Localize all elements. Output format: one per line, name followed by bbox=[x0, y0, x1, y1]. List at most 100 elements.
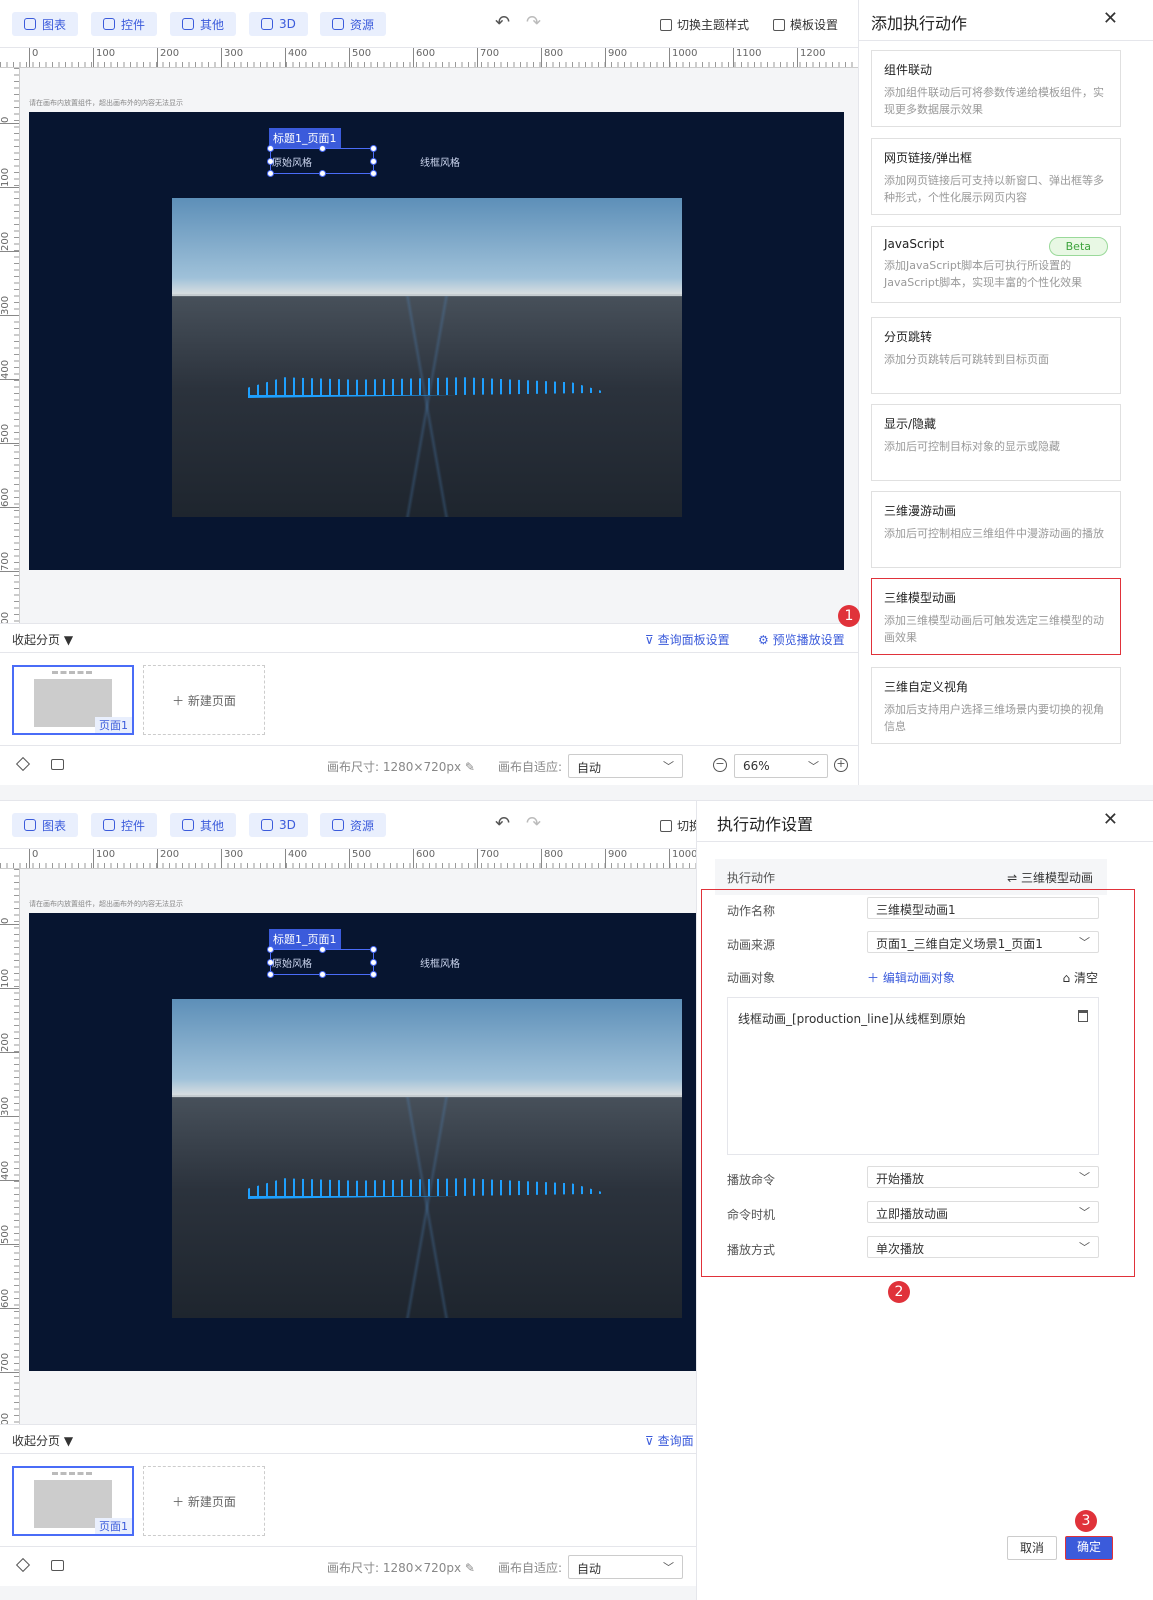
trash-icon[interactable] bbox=[1078, 1010, 1088, 1022]
adapt-select[interactable]: 自动 ﹀ bbox=[568, 754, 683, 778]
keyboard-icon[interactable] bbox=[51, 1560, 64, 1571]
resize-handle[interactable] bbox=[319, 170, 326, 177]
switch-theme-button[interactable]: 切换主题样式 bbox=[660, 16, 749, 33]
pages-area: 页面1 ＋ 新建页面 bbox=[0, 653, 858, 745]
layers-icon[interactable] bbox=[15, 756, 31, 772]
more-icon bbox=[182, 18, 194, 30]
switch-theme-button[interactable]: 切换 bbox=[660, 817, 701, 834]
new-page-button[interactable]: ＋ 新建页面 bbox=[143, 665, 265, 735]
resize-handle[interactable] bbox=[319, 145, 326, 152]
card-desc: 添加组件联动后可将参数传递给模板组件，实现更多数据展示效果 bbox=[884, 86, 1104, 116]
resize-handle[interactable] bbox=[370, 946, 377, 953]
widget-button[interactable]: 控件 bbox=[91, 813, 158, 837]
chevron-down-icon: ﹀ bbox=[1079, 1241, 1090, 1254]
other-button[interactable]: 其他 bbox=[170, 12, 237, 36]
original-style-button[interactable]: 原始风格 bbox=[272, 154, 312, 169]
collapse-pages-toggle[interactable]: 收起分页 ▼ bbox=[12, 1432, 73, 1449]
template-settings-button[interactable]: 模板设置 bbox=[773, 16, 838, 33]
canvas-size-label: 画布尺寸: 1280×720px ✎ bbox=[327, 760, 475, 774]
action-card-show-hide[interactable]: 显示/隐藏 添加后可控制目标对象的显示或隐藏 bbox=[871, 404, 1121, 481]
zoom-out-icon[interactable]: − bbox=[713, 758, 727, 772]
new-page-button[interactable]: ＋ 新建页面 bbox=[143, 1466, 265, 1536]
design-canvas[interactable]: 标题1_页面1 原始风格 线框风格 bbox=[29, 112, 844, 570]
zoom-in-icon[interactable]: + bbox=[834, 758, 848, 772]
resize-handle[interactable] bbox=[370, 170, 377, 177]
redo-icon[interactable]: ↷ bbox=[526, 813, 541, 834]
play-mode-select[interactable]: 单次播放 ﹀ bbox=[867, 1236, 1099, 1258]
page-thumbnail[interactable]: 页面1 bbox=[12, 1466, 134, 1536]
cancel-button[interactable]: 取消 bbox=[1007, 1536, 1057, 1560]
action-card-3d-roam[interactable]: 三维漫游动画 添加后可控制相应三维组件中漫游动画的播放 bbox=[871, 491, 1121, 568]
template-icon bbox=[773, 18, 785, 31]
resize-handle[interactable] bbox=[370, 971, 377, 978]
resource-button[interactable]: 资源 bbox=[320, 813, 387, 837]
3d-scene[interactable] bbox=[172, 999, 682, 1318]
card-title: 三维模型动画 bbox=[884, 591, 957, 605]
undo-icon[interactable]: ↶ bbox=[495, 813, 510, 834]
play-command-label: 播放命令 bbox=[727, 1173, 776, 1187]
3d-button[interactable]: 3D bbox=[249, 813, 308, 837]
3d-scene[interactable] bbox=[172, 198, 682, 517]
wireframe-style-button[interactable]: 线框风格 bbox=[420, 154, 460, 169]
command-timing-select[interactable]: 立即播放动画 ﹀ bbox=[867, 1201, 1099, 1223]
collapse-pages-toggle[interactable]: 收起分页 ▼ bbox=[12, 631, 73, 648]
resize-handle[interactable] bbox=[267, 145, 274, 152]
redo-icon[interactable]: ↷ bbox=[526, 12, 541, 33]
zoom-select[interactable]: 66% ﹀ bbox=[734, 754, 828, 778]
screenshot-action-settings: 图表 控件 其他 3D 资源 ↶ ↷ 切换 0 100 200 300 400 … bbox=[0, 800, 1153, 1600]
resize-handle[interactable] bbox=[319, 971, 326, 978]
anim-source-select[interactable]: 页面1_三维自定义场景1_页面1 ﹀ bbox=[867, 931, 1099, 953]
beta-badge: Beta bbox=[1048, 237, 1108, 256]
action-card-component-link[interactable]: 组件联动 添加组件联动后可将参数传递给模板组件，实现更多数据展示效果 bbox=[871, 50, 1121, 127]
play-command-select[interactable]: 开始播放 ﹀ bbox=[867, 1166, 1099, 1188]
close-icon[interactable]: ✕ bbox=[1103, 809, 1118, 830]
edit-anim-target-link[interactable]: ＋ 编辑动画对象 bbox=[867, 969, 955, 986]
pages-header: 收起分页 ▼ ⊽ 查询面板设置 ⚙ 预览播放设置 bbox=[0, 623, 858, 653]
design-canvas[interactable]: 标题1_页面1 原始风格 线框风格 bbox=[29, 913, 696, 1371]
resize-handle[interactable] bbox=[267, 946, 274, 953]
widget-button[interactable]: 控件 bbox=[91, 12, 158, 36]
card-desc: 添加后可控制相应三维组件中漫游动画的播放 bbox=[884, 527, 1104, 540]
resize-handle[interactable] bbox=[370, 158, 377, 165]
action-name-input[interactable]: 三维模型动画1 bbox=[867, 897, 1099, 919]
resize-handle[interactable] bbox=[370, 959, 377, 966]
card-title: 分页跳转 bbox=[884, 330, 933, 344]
action-name-label: 动作名称 bbox=[727, 904, 776, 918]
action-card-3d-viewpoint[interactable]: 三维自定义视角 添加后支持用户选择三维场景内要切换的视角信息 bbox=[871, 667, 1121, 744]
clear-button[interactable]: ⌂ 清空 bbox=[1063, 969, 1098, 986]
selected-component-tag: 标题1_页面1 bbox=[269, 128, 341, 148]
resize-handle[interactable] bbox=[267, 170, 274, 177]
query-panel-settings-link[interactable]: ⊽ 查询面板设置 bbox=[645, 631, 730, 648]
chevron-down-icon: ﹀ bbox=[1079, 1206, 1090, 1219]
action-card-3d-model-anim[interactable]: 三维模型动画 添加三维模型动画后可触发选定三维模型的动画效果 bbox=[871, 578, 1121, 655]
original-style-button[interactable]: 原始风格 bbox=[272, 955, 312, 970]
keyboard-icon[interactable] bbox=[51, 759, 64, 770]
other-button[interactable]: 其他 bbox=[170, 813, 237, 837]
page-thumbnail[interactable]: 页面1 bbox=[12, 665, 134, 735]
chart-button[interactable]: 图表 bbox=[12, 12, 79, 36]
action-card-javascript[interactable]: JavaScript Beta 添加JavaScript脚本后可执行所设置的Ja… bbox=[871, 226, 1121, 303]
close-icon[interactable]: ✕ bbox=[1103, 8, 1118, 29]
confirm-button[interactable]: 确定 bbox=[1065, 1536, 1113, 1560]
action-card-web-link[interactable]: 网页链接/弹出框 添加网页链接后可支持以新窗口、弹出框等多种形式，个性化展示网页… bbox=[871, 138, 1121, 215]
3d-button[interactable]: 3D bbox=[249, 12, 308, 36]
undo-icon[interactable]: ↶ bbox=[495, 12, 510, 33]
wireframe-style-button[interactable]: 线框风格 bbox=[420, 955, 460, 970]
cube-icon bbox=[261, 18, 273, 30]
card-desc: 添加JavaScript脚本后可执行所设置的JavaScript脚本，实现丰富的… bbox=[884, 259, 1083, 289]
adapt-select[interactable]: 自动 ﹀ bbox=[568, 1555, 683, 1579]
chart-button[interactable]: 图表 bbox=[12, 813, 79, 837]
canvas-hint: 请在画布内放置组件，超出画布外的内容无法显示 bbox=[29, 99, 183, 107]
resize-handle[interactable] bbox=[370, 145, 377, 152]
query-panel-settings-link[interactable]: ⊽ 查询面 bbox=[645, 1432, 694, 1449]
resize-handle[interactable] bbox=[319, 946, 326, 953]
preview-settings-link[interactable]: ⚙ 预览播放设置 bbox=[758, 631, 845, 648]
chevron-down-icon: ﹀ bbox=[663, 760, 674, 773]
card-title: 网页链接/弹出框 bbox=[884, 151, 973, 165]
switch-action-link[interactable]: ⇌ 三维模型动画 bbox=[1007, 869, 1093, 886]
resize-handle[interactable] bbox=[267, 971, 274, 978]
archive-icon bbox=[332, 819, 344, 831]
action-card-page-jump[interactable]: 分页跳转 添加分页跳转后可跳转到目标页面 bbox=[871, 317, 1121, 394]
layers-icon[interactable] bbox=[15, 1557, 31, 1573]
resource-button[interactable]: 资源 bbox=[320, 12, 387, 36]
